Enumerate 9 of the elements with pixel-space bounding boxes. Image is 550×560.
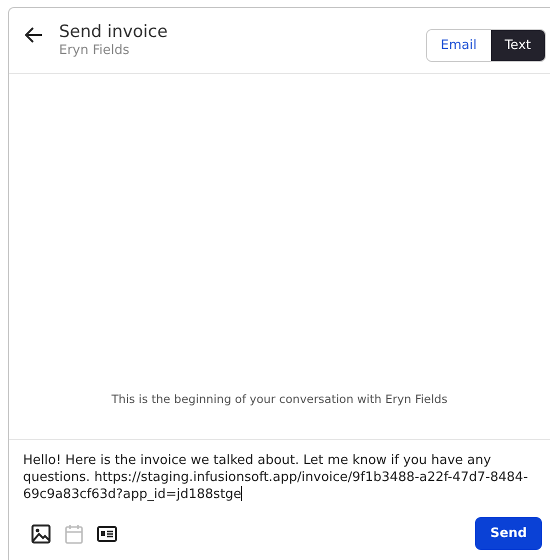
page-title: Send invoice [59,22,169,42]
contact-name: Eryn Fields [59,43,130,58]
contact-card-icon[interactable] [97,526,117,542]
send-button[interactable]: Send [475,517,542,550]
image-icon[interactable] [31,524,51,544]
back-arrow-icon[interactable] [25,27,43,43]
conversation-notice: This is the beginning of your conversation with Eryn Fields [112,392,448,406]
message-field[interactable]: Hello! Here is the invoice we talked about. Let me know if you have any questions. https://staging.infusionsoft.app/invoice/9f1b3488-a22f-47d7-8484-69c9a83cf63d?app_id=jd188stge [23,452,542,503]
channel-tab[interactable]: Text [490,30,545,61]
